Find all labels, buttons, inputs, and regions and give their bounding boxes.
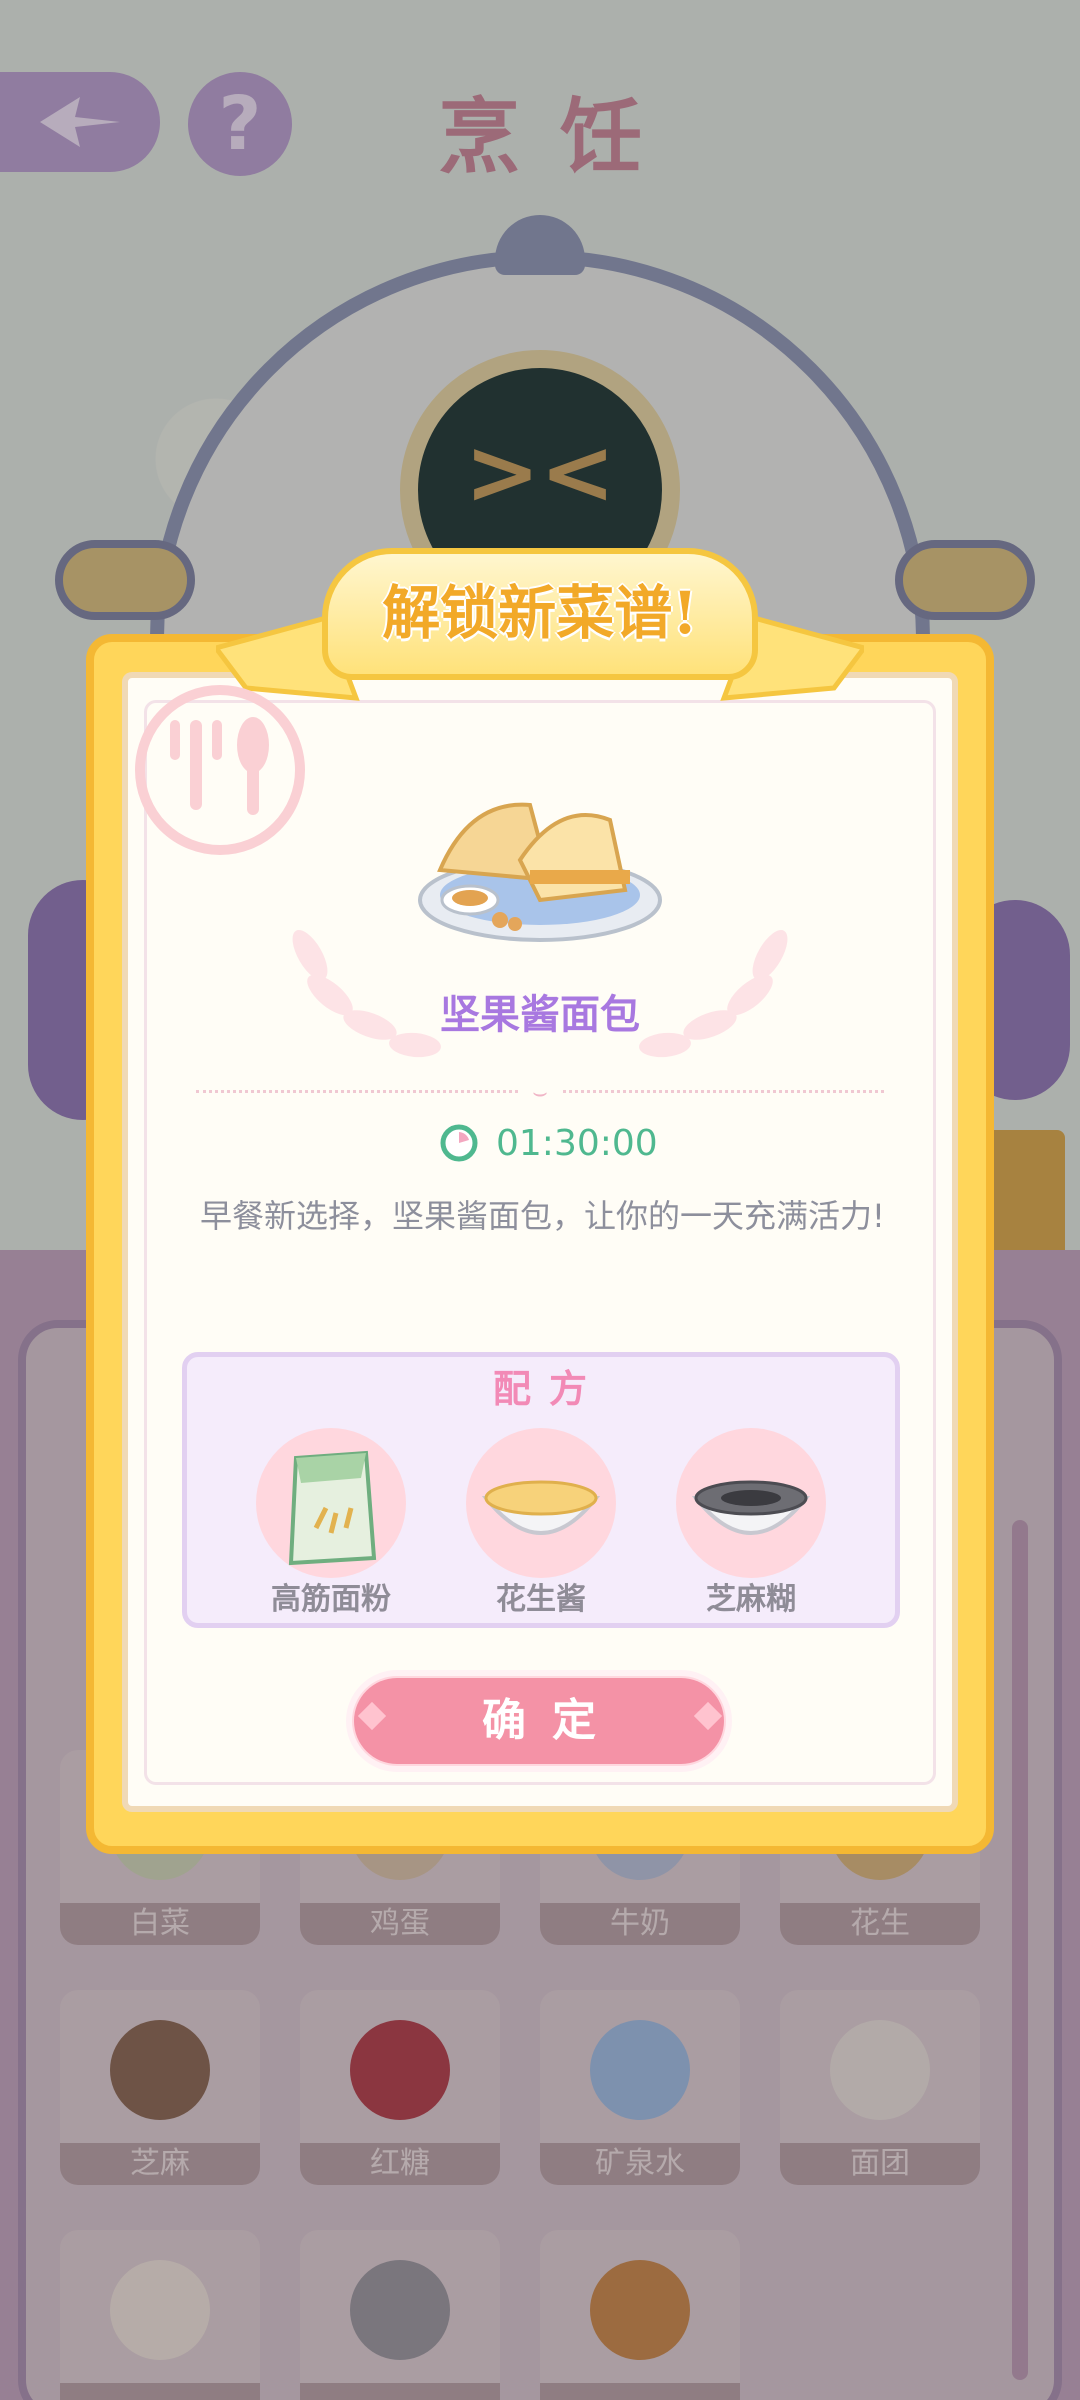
unlock-banner: 解锁新菜谱! [322, 548, 758, 680]
ingredient-name: 芝麻糊 [706, 1582, 796, 1617]
ingredient-peanut-butter: 花生酱 [436, 1428, 616, 1628]
ingredient-sesame-paste: 芝麻糊 [646, 1428, 826, 1628]
dish-name: 坚果酱面包 [440, 992, 640, 1038]
nut-butter-bread-icon [418, 802, 662, 942]
dish-description: 早餐新选择，坚果酱面包，让你的一天充满活力! [200, 1197, 885, 1235]
ingredient-name: 花生酱 [496, 1582, 586, 1617]
recipe-title: 配方 [492, 1367, 605, 1411]
fork-spoon-stamp-icon [135, 685, 305, 855]
ingredient-name: 高筋面粉 [271, 1582, 391, 1617]
confirm-button[interactable]: 确定 [354, 1678, 724, 1764]
timer-value: 01:30:00 [496, 1122, 658, 1164]
confirm-label: 确定 [482, 1695, 622, 1746]
flour-bag-icon [288, 1450, 377, 1566]
clock-icon [440, 1124, 478, 1162]
peanut-butter-bowl-icon [481, 1480, 601, 1535]
ingredient-flour: 高筋面粉 [226, 1428, 406, 1628]
sesame-paste-bowl-icon [691, 1480, 811, 1535]
cook-timer: 01:30:00 [440, 1118, 660, 1168]
bow-icon: ⌣ [520, 1078, 560, 1106]
banner-title: 解锁新菜谱! [382, 579, 698, 647]
